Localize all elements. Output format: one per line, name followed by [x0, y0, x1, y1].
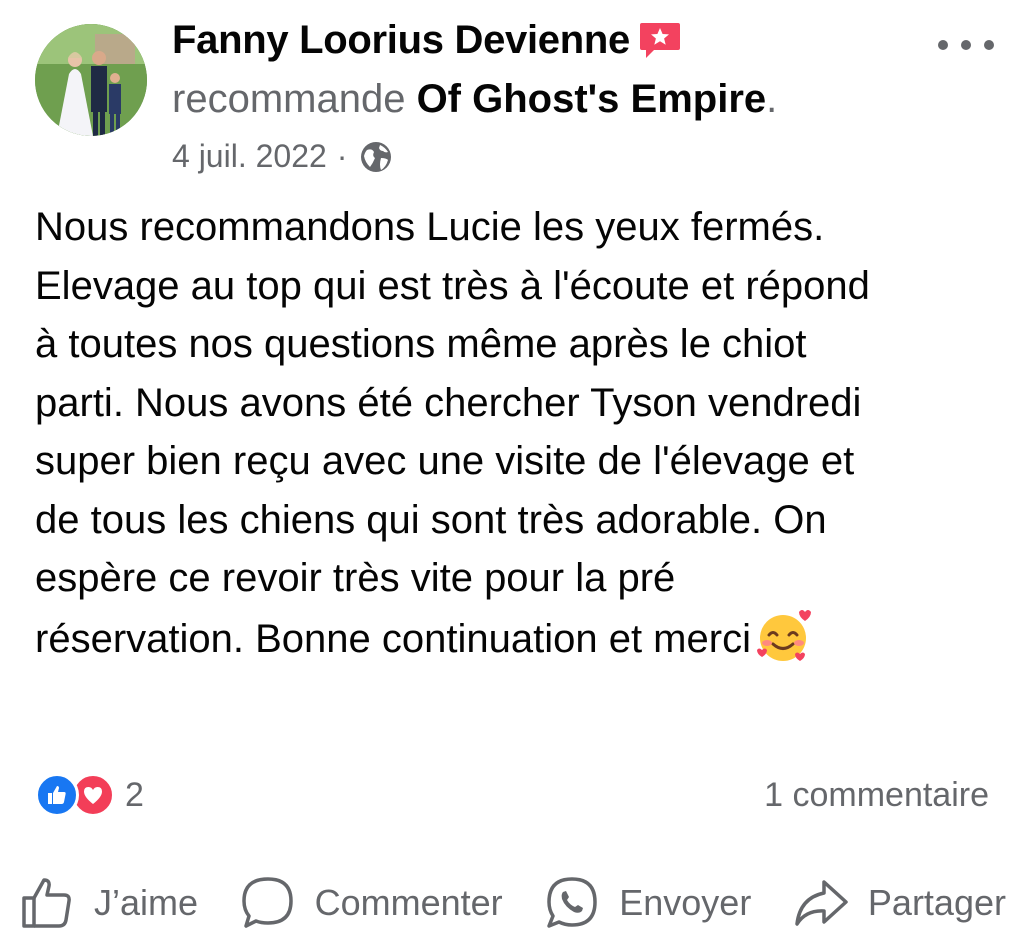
post-meta: 4 juil. 2022 · — [172, 138, 777, 175]
recommendation-post: Fanny Loorius Devienne recommande Of Gho… — [0, 0, 1024, 950]
share-arrow-icon — [795, 880, 848, 926]
more-dot-icon — [961, 40, 971, 50]
meta-separator: · — [336, 138, 348, 174]
smiling-face-with-hearts-icon — [755, 608, 811, 664]
post-body: Nous recommandons Lucie les yeux fermés.… — [35, 198, 995, 668]
share-button[interactable]: Partager — [792, 874, 1006, 932]
send-button[interactable]: Envoyer — [543, 874, 751, 932]
globe-icon — [359, 140, 393, 174]
post-date[interactable]: 4 juil. 2022 — [172, 138, 327, 175]
recommendation-line: recommande Of Ghost's Empire. — [172, 76, 777, 122]
recommendation-badge-icon — [638, 20, 682, 60]
author-name[interactable]: Fanny Loorius Devienne — [172, 18, 630, 63]
post-text: Nous recommandons Lucie les yeux fermés.… — [35, 205, 870, 661]
comment-button-label: Commenter — [314, 882, 503, 923]
avatar-photo — [35, 24, 147, 136]
reactions-summary[interactable]: 2 — [35, 773, 144, 817]
share-button-label: Partager — [867, 882, 1006, 923]
comment-bubble-icon — [241, 877, 293, 928]
like-button-label: J’aime — [94, 882, 199, 923]
post-actions: J’aime Commenter Envoyer Partager — [18, 870, 1006, 936]
thumbs-up-icon — [22, 878, 71, 928]
recommendation-period: . — [766, 77, 778, 121]
comment-count[interactable]: 1 commentaire — [764, 776, 989, 815]
reaction-count: 2 — [125, 775, 144, 814]
recommended-page-name[interactable]: Of Ghost's Empire — [417, 77, 767, 121]
post-header: Fanny Loorius Devienne recommande Of Gho… — [172, 14, 777, 175]
more-dot-icon — [984, 40, 994, 50]
more-dot-icon — [938, 40, 948, 50]
more-options-button[interactable] — [938, 30, 994, 60]
comment-button[interactable]: Commenter — [239, 874, 503, 932]
reactions-bar: 2 1 commentaire — [35, 770, 989, 820]
recommendation-verb: recommande — [172, 77, 406, 121]
avatar[interactable] — [35, 24, 147, 136]
like-reaction-icon — [35, 773, 79, 817]
whatsapp-icon — [547, 877, 597, 928]
like-button[interactable]: J’aime — [18, 874, 198, 932]
send-button-label: Envoyer — [619, 882, 752, 923]
author-line: Fanny Loorius Devienne — [172, 14, 777, 66]
